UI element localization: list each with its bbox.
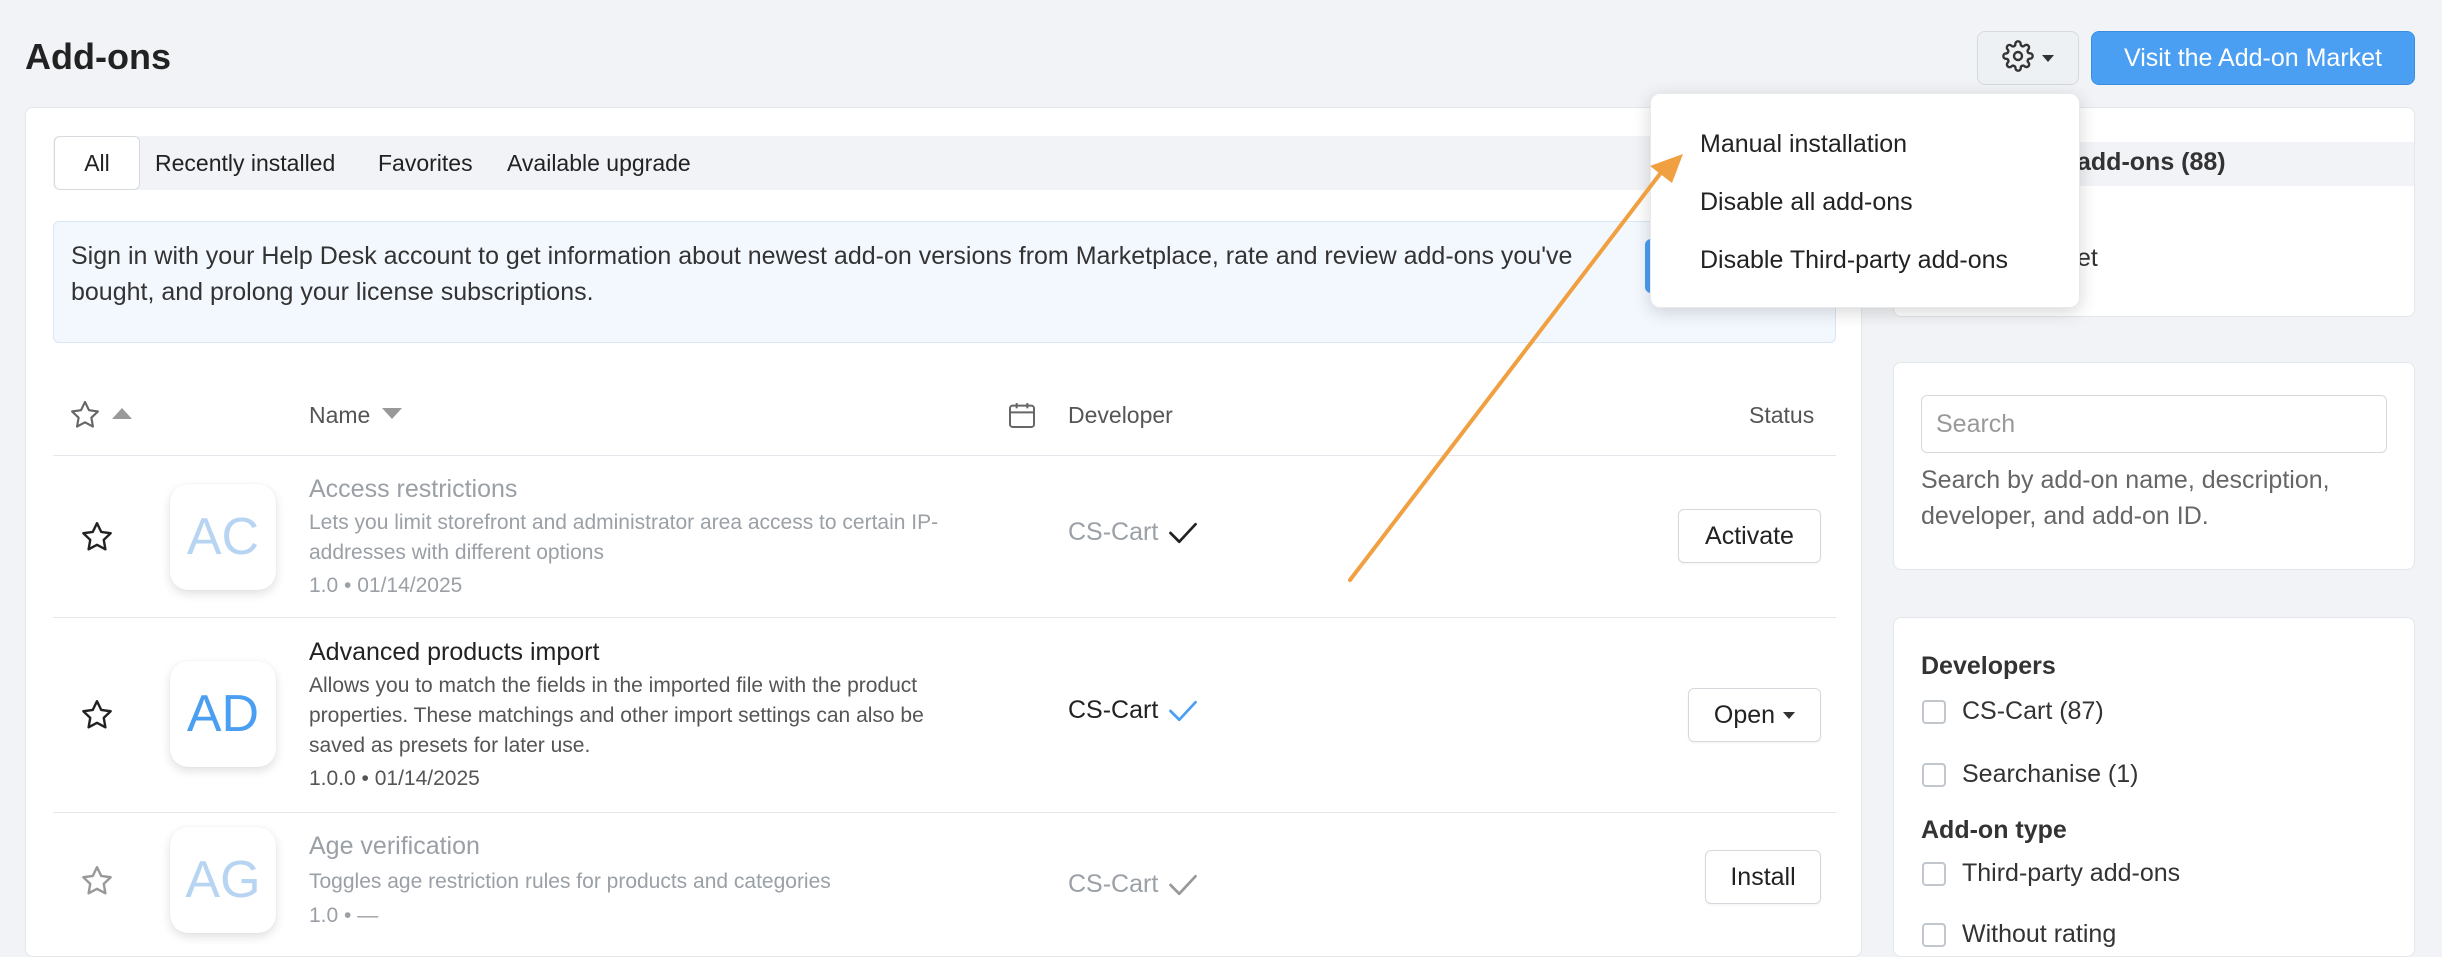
table-row: AD Advanced products import Allows you t… (0, 618, 1860, 812)
filter-label: Searchanise (1) (1962, 760, 2139, 788)
addon-logo: AC (170, 484, 276, 590)
filter-without-rating[interactable]: Without rating (1922, 920, 2116, 949)
favorite-sort-star-icon[interactable] (68, 398, 102, 437)
addon-version-date: 1.0 • — (309, 904, 379, 927)
gear-icon (2002, 39, 2034, 77)
chevron-down-icon (2042, 54, 2054, 62)
addon-version-date: 1.0.0 • 01/14/2025 (309, 767, 480, 790)
tab-all[interactable]: All (54, 136, 140, 190)
developer-name: CS-Cart (1068, 696, 1159, 724)
developer-name: CS-Cart (1068, 870, 1159, 898)
filter-tabs: All Recently installed Favorites Availab… (53, 136, 1836, 190)
menu-item-disable-third-party[interactable]: Disable Third-party add-ons (1700, 246, 2008, 275)
checkbox[interactable] (1922, 922, 1946, 947)
addon-logo: AG (170, 827, 276, 933)
star-icon[interactable] (79, 519, 115, 560)
menu-item-manual-installation[interactable]: Manual installation (1700, 130, 1907, 159)
checkbox[interactable] (1922, 699, 1946, 724)
addon-description: Allows you to match the fields in the im… (309, 674, 924, 757)
verified-check-icon (1169, 522, 1198, 543)
developer-cell: CS-Cart (1068, 696, 1198, 725)
developer-name: CS-Cart (1068, 518, 1159, 546)
developer-cell: CS-Cart (1068, 518, 1198, 547)
search-input[interactable] (1921, 395, 2387, 453)
filter-label: Third-party add-ons (1962, 859, 2181, 887)
addon-name[interactable]: Age verification (309, 832, 480, 861)
menu-item-disable-all-addons[interactable]: Disable all add-ons (1700, 188, 1913, 217)
addon-version-date: 1.0 • 01/14/2025 (309, 574, 463, 597)
signin-notice: Sign in with your Help Desk account to g… (53, 221, 1836, 343)
addon-description: Lets you limit storefront and administra… (309, 511, 939, 564)
settings-dropdown-menu: Manual installation Disable all add-ons … (1650, 93, 2080, 308)
page-title: Add-ons (25, 36, 171, 77)
filter-developer-searchanise[interactable]: Searchanise (1) (1922, 760, 2138, 789)
addon-type-heading: Add-on type (1921, 816, 2067, 844)
activate-button[interactable]: Activate (1678, 509, 1821, 563)
verified-check-icon (1169, 700, 1198, 721)
sort-down-icon[interactable] (382, 408, 402, 419)
verified-check-icon (1169, 874, 1198, 895)
tab-favorites[interactable]: Favorites (378, 136, 473, 190)
install-button[interactable]: Install (1705, 850, 1821, 904)
tab-available-upgrade[interactable]: Available upgrade (507, 136, 691, 190)
table-row: AG Age verification Toggles age restrict… (0, 813, 1860, 938)
sort-up-icon[interactable] (112, 408, 132, 419)
signin-notice-text: Sign in with your Help Desk account to g… (71, 242, 1573, 306)
open-button-label: Open (1713, 700, 1776, 729)
column-header-developer[interactable]: Developer (1068, 402, 1173, 429)
checkbox[interactable] (1922, 762, 1946, 787)
settings-button[interactable] (1977, 31, 2079, 85)
star-icon[interactable] (79, 863, 115, 904)
checkbox[interactable] (1922, 861, 1946, 886)
addon-logo: AD (170, 661, 276, 767)
addon-description: Toggles age restriction rules for produc… (309, 870, 831, 893)
filter-developer-cs-cart[interactable]: CS-Cart (87) (1922, 697, 2104, 726)
filter-label: Without rating (1962, 920, 2117, 948)
search-hint: Search by add-on name, description, deve… (1921, 466, 2330, 530)
column-header-name[interactable]: Name (309, 402, 370, 429)
developers-heading: Developers (1921, 652, 2056, 680)
tab-recently-installed[interactable]: Recently installed (155, 136, 335, 190)
addon-name[interactable]: Access restrictions (309, 475, 517, 504)
chevron-down-icon (1783, 711, 1796, 719)
developer-cell: CS-Cart (1068, 870, 1198, 899)
star-icon[interactable] (79, 697, 115, 738)
filter-label: CS-Cart (87) (1962, 697, 2104, 725)
addon-name[interactable]: Advanced products import (309, 638, 599, 667)
sidebar-summary-title[interactable]: add-ons (88) (2077, 148, 2226, 177)
calendar-icon[interactable] (1006, 398, 1038, 437)
sidebar-summary-item[interactable]: et (2077, 244, 2098, 273)
table-row: AC Access restrictions Lets you limit st… (0, 456, 1860, 617)
open-dropdown-button[interactable]: Open (1688, 688, 1821, 742)
filter-third-party[interactable]: Third-party add-ons (1922, 859, 2180, 888)
visit-market-button[interactable]: Visit the Add-on Market (2091, 31, 2415, 85)
column-header-status: Status (1749, 402, 1815, 428)
